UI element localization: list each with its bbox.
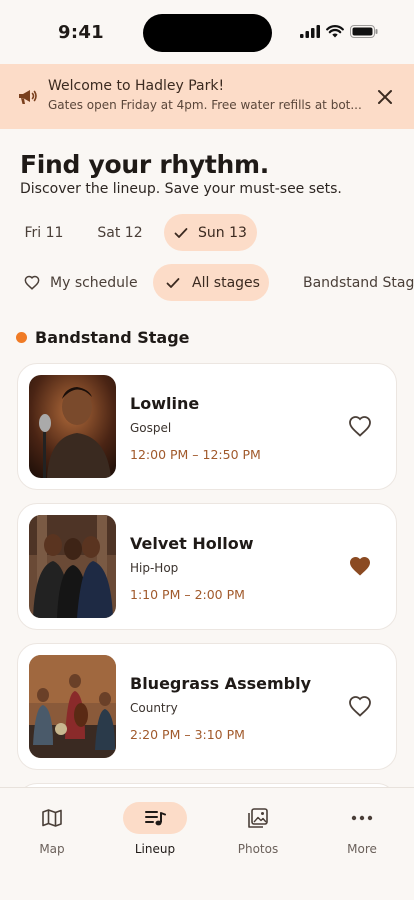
heart-outline-icon xyxy=(24,275,40,290)
page-title: Find your rhythm. xyxy=(20,150,269,179)
favorite-button[interactable] xyxy=(348,555,372,579)
act-photo xyxy=(29,655,116,758)
act-genre: Gospel xyxy=(130,421,172,435)
act-card[interactable]: Velvet Hollow Hip-Hop 1:10 PM – 2:00 PM xyxy=(17,503,397,630)
check-icon xyxy=(174,227,188,238)
act-name: Velvet Hollow xyxy=(130,534,254,553)
act-genre: Country xyxy=(130,701,178,715)
stage-dot-icon xyxy=(16,332,27,343)
stage-section-title: Bandstand Stage xyxy=(35,328,190,347)
music-list-icon xyxy=(145,811,166,826)
status-icons xyxy=(300,25,378,38)
filter-my-schedule[interactable]: My schedule xyxy=(16,264,142,301)
banner-close-button[interactable] xyxy=(374,86,396,108)
act-time: 2:20 PM – 3:10 PM xyxy=(130,727,245,742)
filter-label: All stages xyxy=(192,274,260,291)
map-icon xyxy=(42,809,62,827)
status-time: 9:41 xyxy=(58,22,104,43)
act-card[interactable]: Lowline Gospel 12:00 PM – 12:50 PM xyxy=(17,363,397,490)
dynamic-island xyxy=(143,14,272,52)
act-photo xyxy=(29,375,116,478)
bottom-tab-bar: Map Lineup Photos More xyxy=(0,787,414,900)
tab-label: More xyxy=(347,842,377,856)
check-icon xyxy=(166,277,180,288)
act-time: 12:00 PM – 12:50 PM xyxy=(130,447,261,462)
act-card[interactable]: Bluegrass Assembly Country 2:20 PM – 3:1… xyxy=(17,643,397,770)
cellular-signal-icon xyxy=(300,25,320,38)
tab-label: Lineup xyxy=(134,842,176,856)
day-chip-sun[interactable]: Sun 13 xyxy=(164,214,257,251)
tab-more[interactable]: More xyxy=(326,802,398,856)
favorite-button[interactable] xyxy=(348,695,372,719)
tab-label: Map xyxy=(39,842,65,856)
heart-outline-icon xyxy=(349,696,371,717)
announcement-banner: Welcome to Hadley Park! Gates open Frida… xyxy=(0,64,414,129)
act-name: Lowline xyxy=(130,394,200,413)
close-icon xyxy=(378,90,392,104)
act-genre: Hip-Hop xyxy=(130,561,179,575)
page-subtitle: Discover the lineup. Save your must-see … xyxy=(20,181,342,197)
heart-outline-icon xyxy=(349,416,371,437)
megaphone-icon xyxy=(19,90,37,104)
favorite-button[interactable] xyxy=(348,415,372,439)
act-name: Bluegrass Assembly xyxy=(130,674,311,693)
filter-bandstand-stage[interactable]: Bandstand Stage xyxy=(284,264,414,301)
heart-filled-icon xyxy=(350,557,370,576)
battery-icon xyxy=(350,25,378,38)
status-bar: 9:41 xyxy=(0,0,414,64)
day-chip-label: Sun 13 xyxy=(198,224,247,241)
tab-photos[interactable]: Photos xyxy=(222,802,294,856)
banner-title: Welcome to Hadley Park! xyxy=(48,78,225,94)
wifi-icon xyxy=(326,25,344,38)
day-chip-label: Fri 11 xyxy=(24,224,64,241)
more-dots-icon xyxy=(351,815,373,821)
tab-label: Photos xyxy=(237,842,279,856)
filter-label: My schedule xyxy=(50,274,138,291)
tab-map[interactable]: Map xyxy=(16,802,88,856)
photos-icon xyxy=(248,808,268,828)
tab-lineup[interactable]: Lineup xyxy=(119,802,191,856)
filter-all-stages[interactable]: All stages xyxy=(153,264,269,301)
day-chip-fri[interactable]: Fri 11 xyxy=(14,214,74,251)
filter-label: Bandstand Stage xyxy=(303,274,414,291)
stage-section-header: Bandstand Stage xyxy=(16,328,190,347)
act-time: 1:10 PM – 2:00 PM xyxy=(130,587,245,602)
act-photo xyxy=(29,515,116,618)
banner-message: Gates open Friday at 4pm. Free water ref… xyxy=(48,98,362,112)
day-chip-label: Sat 12 xyxy=(97,224,143,241)
day-chip-sat[interactable]: Sat 12 xyxy=(88,214,152,251)
